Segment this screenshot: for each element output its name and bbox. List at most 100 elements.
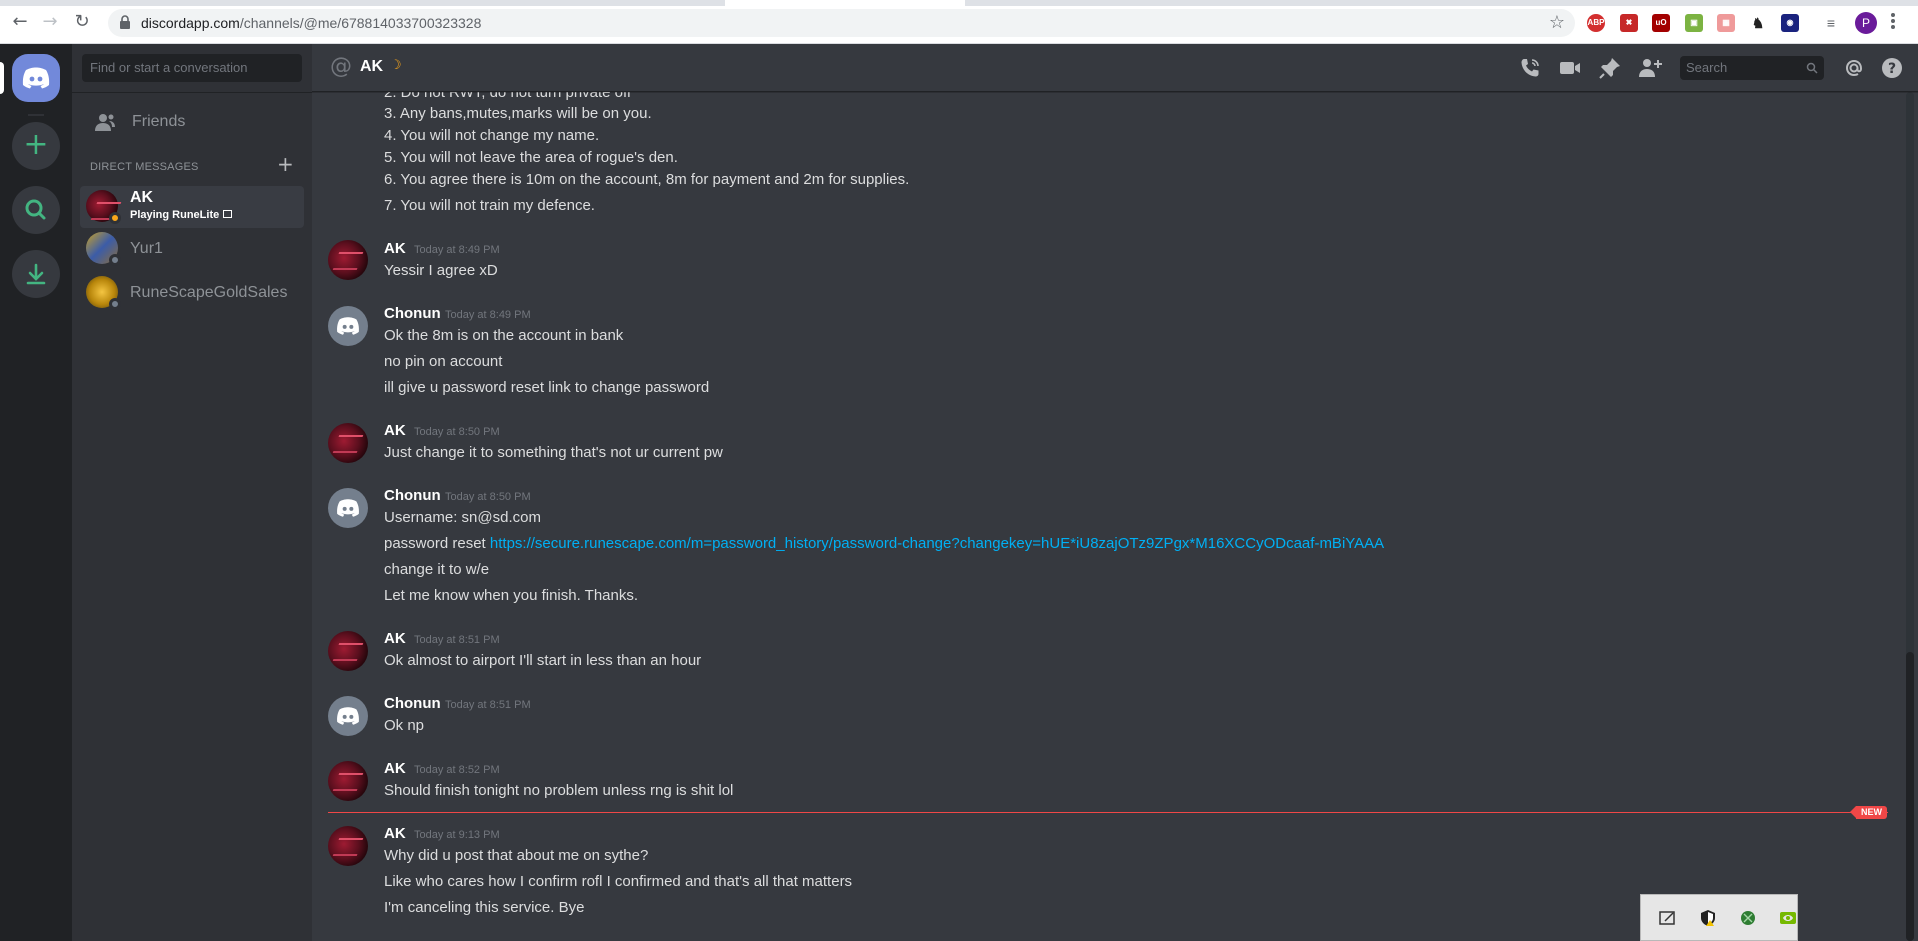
discord-logo-icon xyxy=(22,67,50,89)
message-line: Username: sn@sd.com xyxy=(384,509,541,526)
message-list: 2. Do not RWT, do not turn private off 3… xyxy=(312,92,1918,941)
message-author[interactable]: Chonun xyxy=(384,305,441,322)
avatar[interactable] xyxy=(328,306,368,346)
find-conversation-input[interactable]: Find or start a conversation xyxy=(82,54,302,82)
dm-name: AK xyxy=(130,189,154,206)
eye-icon[interactable]: ◉ xyxy=(1781,14,1799,32)
message-line: 5. You will not leave the area of rogue'… xyxy=(384,149,678,166)
reload-icon[interactable]: ↻ xyxy=(70,10,94,34)
browser-toolbar: ← → ↻ discordapp.com/channels/@me/678814… xyxy=(0,0,1918,44)
activity-text: Playing RuneLite xyxy=(130,209,220,221)
chat-header: @ AK ☽ Search ? xyxy=(312,44,1918,92)
dm-item-yur1[interactable]: Yur1 xyxy=(80,228,304,270)
chess-icon[interactable]: ♞ xyxy=(1749,14,1767,32)
download-apps-button[interactable] xyxy=(12,250,60,298)
direct-messages-header: DIRECT MESSAGES xyxy=(90,161,199,173)
discord-logo-icon xyxy=(337,499,359,517)
message-author[interactable]: AK xyxy=(384,422,406,439)
at-sign-icon: @ xyxy=(330,54,352,79)
message-line: ill give u password reset link to change… xyxy=(384,379,710,396)
password-reset-link[interactable]: https://secure.runescape.com/m=password_… xyxy=(490,535,1384,552)
dm-sidebar: Find or start a conversation Friends DIR… xyxy=(72,44,312,941)
message-line: 4. You will not change my name. xyxy=(384,127,600,144)
pinned-messages-icon[interactable] xyxy=(1598,56,1622,80)
back-icon[interactable]: ← xyxy=(8,10,32,34)
message-timestamp: Today at 9:13 PM xyxy=(414,829,500,841)
message-line: change it to w/e xyxy=(384,561,490,578)
offline-status-icon xyxy=(109,254,121,266)
download-icon xyxy=(26,263,46,285)
forward-icon[interactable]: → xyxy=(38,10,62,34)
address-bar[interactable]: discordapp.com/channels/@me/678814033700… xyxy=(108,9,1575,37)
message-author[interactable]: AK xyxy=(384,630,406,647)
add-friends-to-dm-icon[interactable] xyxy=(1638,56,1662,80)
xbox-icon[interactable] xyxy=(1739,909,1757,927)
avatar[interactable] xyxy=(328,423,368,463)
message-line: Should finish tonight no problem unless … xyxy=(384,782,734,799)
message-line: Why did u post that about me on sythe? xyxy=(384,847,649,864)
avatar[interactable] xyxy=(328,488,368,528)
search-icon xyxy=(1806,62,1818,74)
add-server-button[interactable]: + xyxy=(12,122,60,170)
avatar[interactable] xyxy=(328,240,368,280)
scrollbar-thumb[interactable] xyxy=(1906,652,1914,941)
message-author[interactable]: AK xyxy=(384,240,406,257)
message-line: Ok the 8m is on the account in bank xyxy=(384,327,624,344)
message-author[interactable]: Chonun xyxy=(384,487,441,504)
active-tab[interactable] xyxy=(725,0,965,6)
chrome-menu-icon[interactable] xyxy=(1890,12,1896,32)
explore-servers-button[interactable] xyxy=(12,186,60,234)
ublock-icon[interactable]: uO xyxy=(1652,14,1670,32)
dm-item-ak[interactable]: AK Playing RuneLite xyxy=(80,186,304,228)
message-line: Ok np xyxy=(384,717,425,734)
friends-label: Friends xyxy=(132,113,186,130)
sidebar-item-friends[interactable]: Friends xyxy=(80,102,304,144)
message-timestamp: Today at 8:52 PM xyxy=(414,764,500,776)
message-line: Let me know when you finish. Thanks. xyxy=(384,587,639,604)
message-author[interactable]: AK xyxy=(384,825,406,842)
message-timestamp: Today at 8:49 PM xyxy=(414,244,500,256)
message-author[interactable]: AK xyxy=(384,760,406,777)
rich-presence-icon xyxy=(223,210,233,218)
message-timestamp: Today at 8:51 PM xyxy=(414,634,500,646)
recipient-name[interactable]: AK xyxy=(360,58,383,76)
message-scrollbar[interactable] xyxy=(1906,92,1914,941)
help-icon[interactable]: ? xyxy=(1880,56,1904,80)
nvidia-icon[interactable] xyxy=(1779,909,1797,927)
search-input[interactable]: Search xyxy=(1680,56,1824,80)
dm-name: RuneScapeGoldSales xyxy=(130,284,288,301)
message-timestamp: Today at 8:50 PM xyxy=(414,426,500,438)
message-timestamp: Today at 8:49 PM xyxy=(445,309,531,321)
bookmark-star-icon[interactable]: ☆ xyxy=(1549,12,1565,33)
home-button[interactable] xyxy=(12,54,60,102)
search-placeholder: Search xyxy=(1686,60,1728,75)
guild-separator xyxy=(28,114,44,116)
url-host: discordapp.com xyxy=(141,15,240,31)
search-icon xyxy=(25,199,46,220)
mentions-icon[interactable] xyxy=(1842,56,1866,80)
friends-icon xyxy=(95,114,115,131)
discord-logo-icon xyxy=(337,707,359,725)
adblock-plus-icon[interactable]: ABP xyxy=(1587,14,1605,32)
profile-avatar[interactable]: P xyxy=(1855,12,1877,34)
system-tray-overflow xyxy=(1640,894,1798,941)
message-timestamp: Today at 8:50 PM xyxy=(445,491,531,503)
tab-manager-icon[interactable]: ▦ xyxy=(1717,14,1735,32)
message-author[interactable]: Chonun xyxy=(384,695,441,712)
message-text: password reset xyxy=(384,535,486,552)
avatar[interactable] xyxy=(328,761,368,801)
start-video-call-icon[interactable] xyxy=(1558,56,1582,80)
message-line: 7. You will not train my defence. xyxy=(384,197,595,214)
snipping-tool-icon[interactable] xyxy=(1659,909,1677,927)
screenshot-icon[interactable]: ▣ xyxy=(1685,14,1703,32)
create-dm-plus-icon[interactable]: + xyxy=(277,154,294,174)
avatar[interactable] xyxy=(328,826,368,866)
dm-item-runescapegoldsales[interactable]: RuneScapeGoldSales xyxy=(80,272,304,314)
avatar[interactable] xyxy=(328,631,368,671)
media-control-icon[interactable]: ≡ xyxy=(1822,14,1840,32)
start-voice-call-icon[interactable] xyxy=(1518,56,1542,80)
dm-activity: Playing RuneLite xyxy=(130,209,233,221)
avatar[interactable] xyxy=(328,696,368,736)
adblock-icon[interactable]: ✖ xyxy=(1620,14,1638,32)
windows-security-icon[interactable] xyxy=(1699,909,1717,927)
